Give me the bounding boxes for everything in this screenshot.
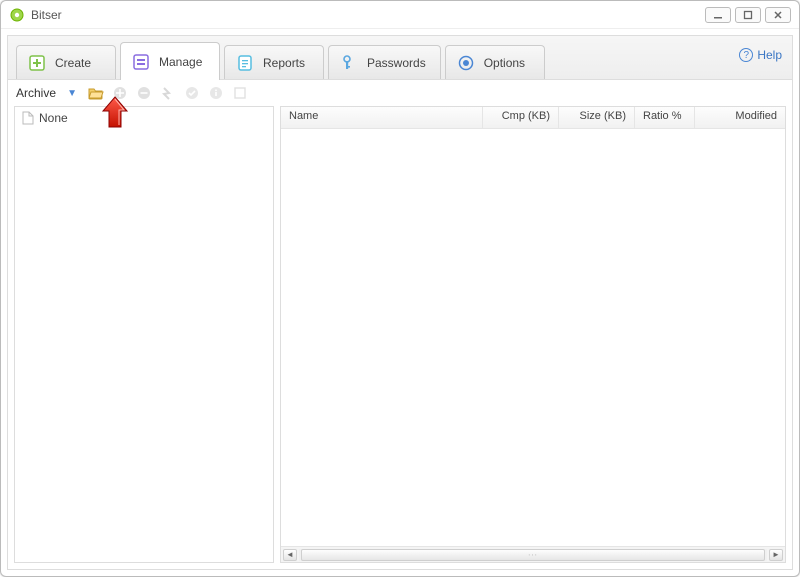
file-list: Name Cmp (KB) Size (KB) Ratio % Modified… [280,106,786,563]
extract-icon [161,86,175,100]
help-link[interactable]: ? Help [739,48,782,62]
col-ratio[interactable]: Ratio % [635,107,695,128]
archive-label: Archive [16,86,56,100]
list-header: Name Cmp (KB) Size (KB) Ratio % Modified [281,107,785,129]
archive-tree[interactable]: None [14,106,274,563]
body-split: None Name Cmp (KB) Size (KB) Ratio % Mod… [8,106,792,569]
tab-label: Manage [159,55,202,69]
extract-button[interactable] [158,83,178,103]
key-icon [339,53,359,73]
col-name[interactable]: Name [281,107,483,128]
info-button[interactable] [206,83,226,103]
open-folder-icon [88,86,104,100]
app-icon [9,7,25,23]
scroll-thumb[interactable]: ∙∙∙ [301,549,765,561]
add-button[interactable] [110,83,130,103]
minimize-button[interactable] [705,7,731,23]
scroll-track[interactable]: ∙∙∙ [299,549,767,561]
manage-toolbar: Archive ▼ [8,80,792,106]
list-body[interactable] [281,129,785,546]
archive-icon [131,52,151,72]
horizontal-scrollbar[interactable]: ◄ ∙∙∙ ► [281,546,785,562]
tab-options[interactable]: Options [445,45,545,79]
content-outer: Create Manage [1,29,799,576]
help-icon: ? [739,48,753,62]
scroll-left-button[interactable]: ◄ [283,549,297,561]
tab-label: Passwords [367,56,426,70]
tree-item-label: None [39,111,68,125]
open-archive-button[interactable] [86,83,106,103]
tab-manage[interactable]: Manage [120,42,220,80]
view-button[interactable] [230,83,250,103]
app-title: Bitser [31,8,62,22]
close-button[interactable] [765,7,791,23]
dropdown-arrow-icon: ▼ [67,88,77,99]
tab-label: Options [484,56,525,70]
plus-square-icon [27,53,47,73]
tabs-row: Create Manage [8,36,792,80]
blank-file-icon [21,111,35,125]
tab-passwords[interactable]: Passwords [328,45,441,79]
scroll-right-button[interactable]: ► [769,549,783,561]
tab-label: Create [55,56,91,70]
add-icon [113,86,127,100]
tab-label: Reports [263,56,305,70]
content-inner: Create Manage [7,35,793,570]
archive-dropdown-button[interactable]: ▼ [62,83,82,103]
col-modified[interactable]: Modified [695,107,785,128]
app-window: Bitser Create [0,0,800,577]
test-icon [185,86,199,100]
tree-item[interactable]: None [17,109,271,127]
target-icon [456,53,476,73]
tab-create[interactable]: Create [16,45,116,79]
maximize-button[interactable] [735,7,761,23]
col-cmp[interactable]: Cmp (KB) [483,107,559,128]
remove-icon [137,86,151,100]
help-label: Help [757,48,782,62]
info-icon [209,86,223,100]
tab-reports[interactable]: Reports [224,45,324,79]
col-size[interactable]: Size (KB) [559,107,635,128]
document-icon [235,53,255,73]
titlebar: Bitser [1,1,799,29]
view-icon [233,86,247,100]
remove-button[interactable] [134,83,154,103]
test-button[interactable] [182,83,202,103]
